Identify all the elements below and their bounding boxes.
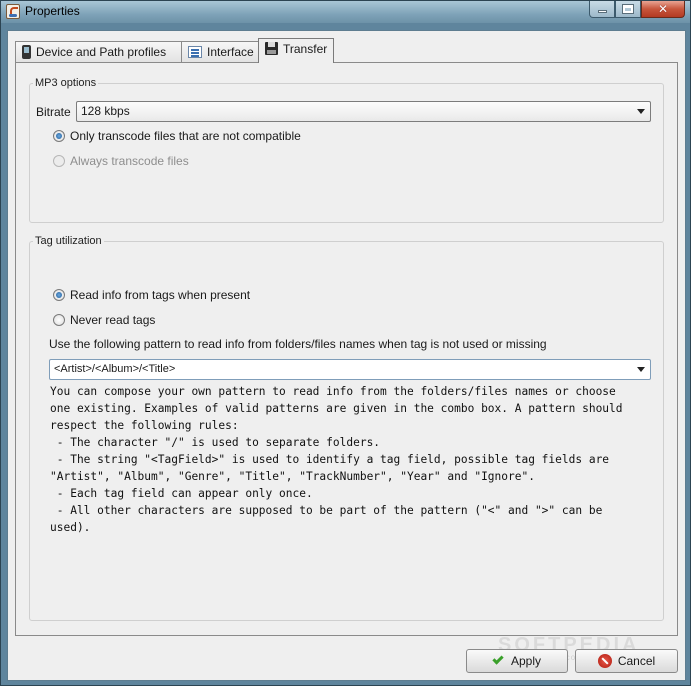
radio-only-transcode-label: Only transcode files that are not compat… xyxy=(70,129,301,143)
properties-window: Properties ✕ Device and Path profiles In… xyxy=(0,0,691,686)
java-app-icon xyxy=(6,4,20,19)
chevron-down-icon xyxy=(637,109,645,114)
minimize-icon xyxy=(597,10,607,13)
pattern-instruction-label: Use the following pattern to read info f… xyxy=(49,337,547,351)
mp3-options-legend: MP3 options xyxy=(35,77,97,89)
transfer-panel: MP3 options Bitrate 128 kbps Only transc… xyxy=(15,62,678,636)
checkmark-icon xyxy=(492,653,504,665)
dialog-content: Device and Path profiles Interface Trans… xyxy=(7,30,686,681)
title-bar[interactable]: Properties ✕ xyxy=(1,1,690,23)
radio-read-info-from-tags[interactable] xyxy=(53,289,65,301)
apply-button[interactable]: Apply xyxy=(466,649,568,673)
radio-always-transcode-label: Always transcode files xyxy=(70,154,189,168)
phone-icon xyxy=(22,44,31,59)
maximize-button[interactable] xyxy=(615,1,641,18)
window-title: Properties xyxy=(25,4,80,18)
radio-always-transcode xyxy=(53,155,65,167)
pattern-combo[interactable]: <Artist>/<Album>/<Title> xyxy=(49,359,651,380)
tab-interface[interactable]: Interface xyxy=(181,41,259,63)
minimize-button[interactable] xyxy=(589,1,615,18)
radio-never-read-tags[interactable] xyxy=(53,314,65,326)
tab-transfer[interactable]: Transfer xyxy=(258,38,334,63)
chevron-down-icon xyxy=(637,367,645,372)
close-icon: ✕ xyxy=(657,2,669,16)
list-icon xyxy=(188,45,202,58)
pattern-value: <Artist>/<Album>/<Title> xyxy=(54,363,176,375)
bitrate-label: Bitrate xyxy=(36,105,71,119)
maximize-icon xyxy=(623,5,633,13)
radio-only-transcode-incompatible[interactable] xyxy=(53,130,65,142)
pattern-help-text: You can compose your own pattern to read… xyxy=(50,385,623,534)
radio-read-info-label: Read info from tags when present xyxy=(70,288,251,302)
cancel-icon xyxy=(597,654,612,668)
tab-device-and-path-profiles[interactable]: Device and Path profiles xyxy=(15,41,182,63)
cancel-button[interactable]: Cancel xyxy=(575,649,678,673)
mp3-options-group: MP3 options xyxy=(29,77,664,223)
bitrate-select[interactable]: 128 kbps xyxy=(76,101,651,122)
tag-utilization-legend: Tag utilization xyxy=(35,235,102,247)
radio-never-read-label: Never read tags xyxy=(70,313,156,327)
floppy-disk-icon xyxy=(265,42,278,56)
close-button[interactable]: ✕ xyxy=(641,1,685,18)
bitrate-value: 128 kbps xyxy=(81,104,130,118)
